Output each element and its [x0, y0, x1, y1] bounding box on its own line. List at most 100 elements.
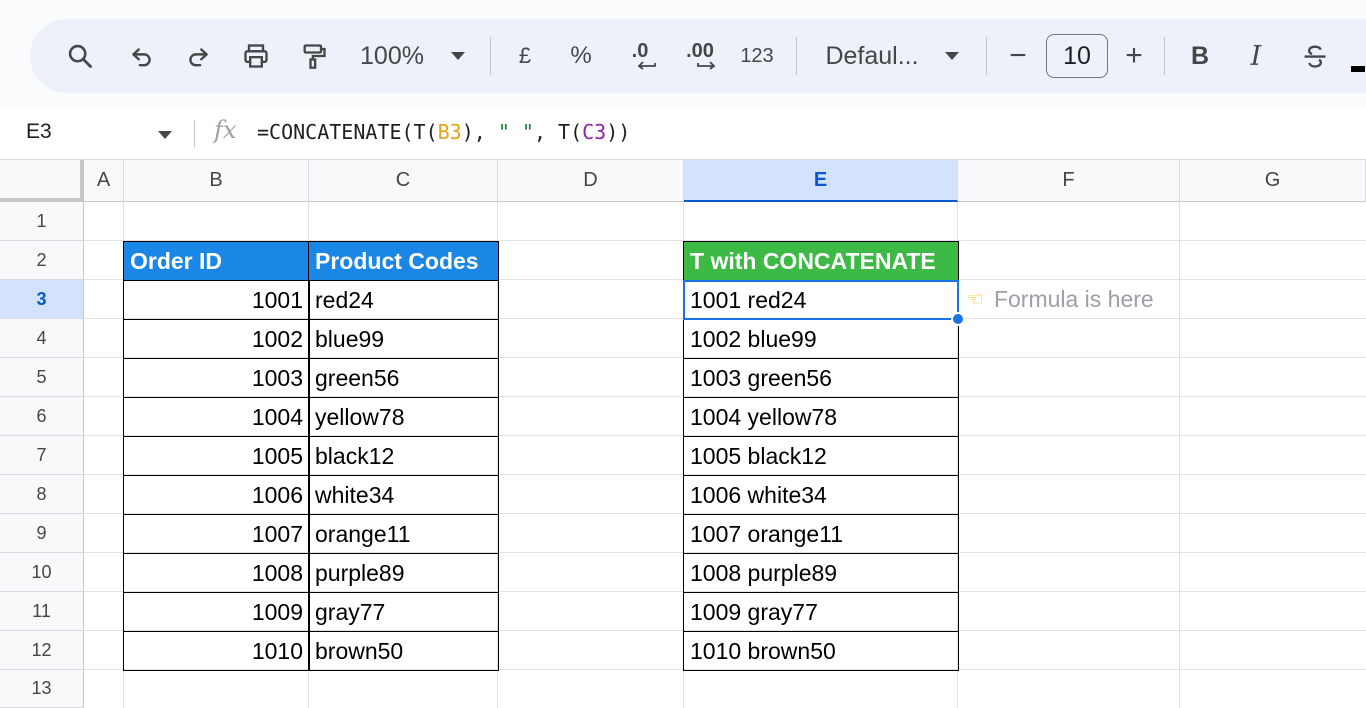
cell-product-code[interactable]: black12 — [308, 436, 499, 476]
grid-line — [1179, 202, 1180, 708]
zoom-select[interactable]: 100% — [356, 19, 428, 93]
row-header-1[interactable]: 1 — [0, 202, 84, 241]
number-format-label: 123 — [740, 44, 774, 67]
row-header-12[interactable]: 12 — [0, 631, 84, 670]
increase-decimal-button[interactable]: .00 — [678, 19, 722, 93]
header-product-codes[interactable]: Product Codes — [308, 241, 499, 281]
decrease-font-size-button[interactable]: − — [1004, 19, 1032, 93]
row-header-6[interactable]: 6 — [0, 397, 84, 436]
row-header-3[interactable]: 3 — [0, 280, 84, 319]
cell-order-id[interactable]: 1001 — [123, 280, 310, 320]
format-percent-button[interactable]: % — [566, 19, 596, 93]
decrease-decimal-button[interactable]: .0 — [620, 19, 660, 93]
row-header-4[interactable]: 4 — [0, 319, 84, 358]
cell-product-code[interactable]: green56 — [308, 358, 499, 398]
column-header-d[interactable]: D — [498, 160, 684, 202]
header-order-id[interactable]: Order ID — [123, 241, 310, 281]
text-color-button[interactable] — [1350, 19, 1366, 93]
row-header-13[interactable]: 13 — [0, 670, 84, 708]
active-cell-selection — [683, 280, 959, 320]
name-box[interactable]: E3 — [26, 120, 52, 144]
cell-result[interactable]: 1002 blue99 — [683, 319, 959, 359]
minus-icon: − — [1009, 39, 1027, 72]
column-header-f[interactable]: F — [958, 160, 1180, 202]
strikethrough-button[interactable] — [1298, 19, 1332, 93]
format-currency-button[interactable]: £ — [510, 19, 540, 93]
pointing-hand-icon: ☜ — [966, 289, 984, 311]
paint-format-icon — [303, 44, 326, 69]
cell-result[interactable]: 1008 purple89 — [683, 553, 959, 593]
bold-icon: B — [1190, 41, 1210, 70]
row-header-11[interactable]: 11 — [0, 592, 84, 631]
cell-order-id[interactable]: 1008 — [123, 553, 310, 593]
cell-product-code[interactable]: white34 — [308, 475, 499, 515]
cell-product-code[interactable]: brown50 — [308, 631, 499, 671]
more-formats-button[interactable]: 123 — [736, 19, 778, 93]
undo-icon — [132, 48, 151, 67]
spreadsheet-grid[interactable]: A B C D E F G 1 2 3 4 5 6 7 8 9 10 11 12 13 Order ID Product … — [0, 160, 1366, 708]
column-header-g[interactable]: G — [1180, 160, 1366, 202]
column-header-c[interactable]: C — [309, 160, 498, 202]
formula-bar: E3 fx =CONCATENATE(T(B3), " ", T(C3)) — [0, 108, 1366, 160]
row-header-7[interactable]: 7 — [0, 436, 84, 475]
cell-result[interactable]: 1005 black12 — [683, 436, 959, 476]
italic-button[interactable]: I — [1242, 19, 1270, 93]
cell-product-code[interactable]: purple89 — [308, 553, 499, 593]
plus-icon: + — [1125, 39, 1143, 72]
cell-result[interactable]: 1004 yellow78 — [683, 397, 959, 437]
redo-button[interactable] — [178, 19, 218, 93]
header-t-with-concatenate[interactable]: T with CONCATENATE — [683, 241, 959, 281]
undo-button[interactable] — [122, 19, 162, 93]
column-header-e[interactable]: E — [684, 160, 958, 202]
column-header-a[interactable]: A — [84, 160, 124, 202]
text-color-icon — [1351, 66, 1365, 72]
formula-ref-b3: B3 — [437, 120, 462, 144]
cell-product-code[interactable]: red24 — [308, 280, 499, 320]
print-icon — [244, 44, 268, 68]
chevron-down-icon[interactable] — [158, 131, 172, 139]
redo-icon — [189, 48, 208, 67]
cell-product-code[interactable]: gray77 — [308, 592, 499, 632]
cell-order-id[interactable]: 1006 — [123, 475, 310, 515]
row-header-5[interactable]: 5 — [0, 358, 84, 397]
fx-icon: fx — [214, 116, 237, 144]
formula-input[interactable]: =CONCATENATE(T(B3), " ", T(C3)) — [257, 120, 630, 144]
row-header-8[interactable]: 8 — [0, 475, 84, 514]
arrow-right-icon — [697, 61, 716, 70]
bold-button[interactable]: B — [1186, 19, 1214, 93]
decrease-decimal-icon: .0 — [631, 40, 649, 62]
paint-format-button[interactable] — [294, 19, 334, 93]
select-all-corner[interactable] — [0, 160, 84, 202]
cell-order-id[interactable]: 1002 — [123, 319, 310, 359]
cell-product-code[interactable]: yellow78 — [308, 397, 499, 437]
increase-font-size-button[interactable]: + — [1120, 19, 1148, 93]
zoom-dropdown[interactable] — [448, 19, 468, 93]
formula-part: )) — [606, 120, 631, 144]
cell-order-id[interactable]: 1007 — [123, 514, 310, 554]
row-header-2[interactable]: 2 — [0, 241, 84, 280]
font-size-input[interactable]: 10 — [1046, 34, 1108, 78]
cell-result[interactable]: 1006 white34 — [683, 475, 959, 515]
fill-handle[interactable] — [951, 312, 965, 326]
cell-result[interactable]: 1009 gray77 — [683, 592, 959, 632]
cell-result[interactable]: 1010 brown50 — [683, 631, 959, 671]
formula-part: =CONCATENATE(T( — [257, 120, 438, 144]
font-select[interactable]: Defaul... — [820, 19, 924, 93]
cell-order-id[interactable]: 1009 — [123, 592, 310, 632]
cell-result[interactable]: 1003 green56 — [683, 358, 959, 398]
column-header-b[interactable]: B — [124, 160, 309, 202]
cell-result[interactable]: 1007 orange11 — [683, 514, 959, 554]
cell-product-code[interactable]: blue99 — [308, 319, 499, 359]
print-button[interactable] — [236, 19, 276, 93]
font-dropdown[interactable] — [942, 19, 962, 93]
formula-divider — [194, 120, 195, 148]
cell-product-code[interactable]: orange11 — [308, 514, 499, 554]
search-menus-button[interactable] — [60, 19, 100, 93]
cell-order-id[interactable]: 1010 — [123, 631, 310, 671]
increase-decimal-icon: .00 — [686, 40, 714, 62]
cell-order-id[interactable]: 1005 — [123, 436, 310, 476]
row-header-10[interactable]: 10 — [0, 553, 84, 592]
cell-order-id[interactable]: 1003 — [123, 358, 310, 398]
cell-order-id[interactable]: 1004 — [123, 397, 310, 437]
row-header-9[interactable]: 9 — [0, 514, 84, 553]
